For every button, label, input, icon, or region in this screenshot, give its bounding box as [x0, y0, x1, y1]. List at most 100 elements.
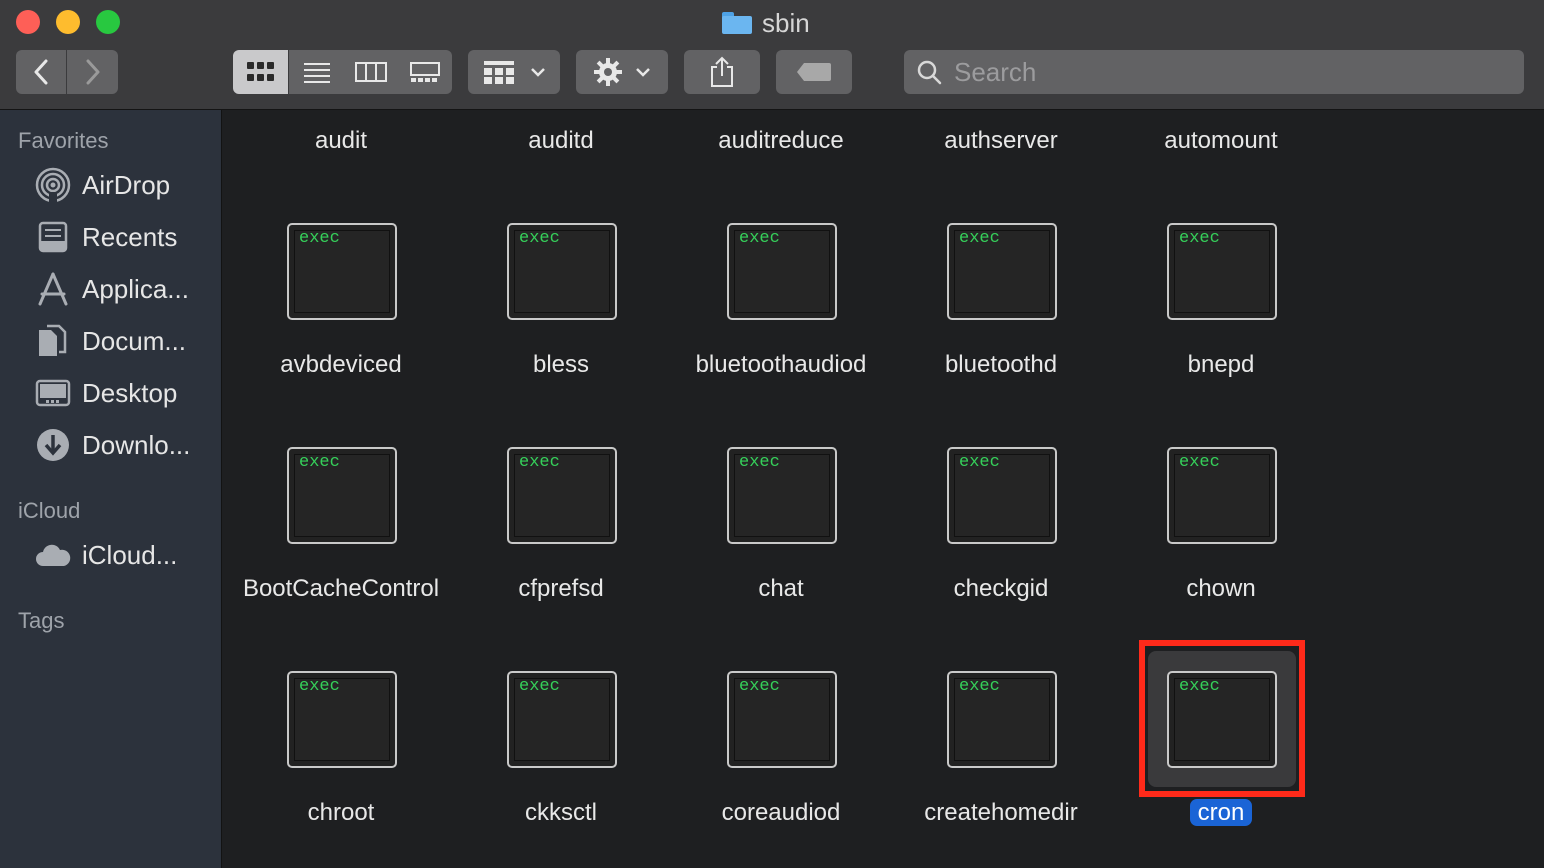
- action-button[interactable]: [576, 50, 668, 94]
- file-grid: audit auditd auditreduce authserver auto…: [223, 110, 1544, 868]
- search-field[interactable]: [904, 50, 1524, 94]
- window-title-text: sbin: [762, 7, 810, 38]
- zoom-window-button[interactable]: [96, 10, 120, 34]
- sidebar-item-documents[interactable]: Docum...: [34, 321, 186, 361]
- exec-label: exec: [519, 677, 560, 696]
- desktop-icon: [34, 374, 72, 412]
- exec-file-icon[interactable]: exec: [507, 447, 617, 544]
- sidebar-item-desktop[interactable]: Desktop: [34, 373, 177, 413]
- exec-file-icon[interactable]: exec: [507, 671, 617, 768]
- gear-icon: [594, 58, 622, 86]
- minimize-window-button[interactable]: [56, 10, 80, 34]
- search-icon: [917, 60, 942, 85]
- sidebar: Favorites AirDrop Recents Applica... Doc…: [0, 110, 222, 868]
- exec-label: exec: [959, 677, 1000, 696]
- exec-label: exec: [739, 677, 780, 696]
- file-name[interactable]: BootCacheControl: [231, 574, 451, 604]
- sidebar-item-recents[interactable]: Recents: [34, 217, 177, 257]
- file-name[interactable]: bluetoothd: [891, 350, 1111, 380]
- column-view-button[interactable]: [343, 50, 398, 94]
- gallery-view-icon: [409, 62, 440, 82]
- sidebar-item-label: Docum...: [82, 325, 187, 356]
- exec-file-icon[interactable]: exec: [727, 223, 837, 320]
- downloads-icon: [34, 426, 72, 464]
- chevron-right-icon: [86, 59, 99, 85]
- file-name[interactable]: createhomedir: [891, 798, 1111, 828]
- file-name[interactable]: bless: [451, 350, 671, 380]
- icloud-icon: [34, 536, 72, 574]
- exec-file-icon[interactable]: exec: [507, 223, 617, 320]
- icon-view-icon: [246, 62, 274, 81]
- exec-file-icon[interactable]: exec: [1167, 223, 1277, 320]
- selected-file-label[interactable]: cron: [1189, 799, 1253, 826]
- list-view-button[interactable]: [289, 50, 344, 94]
- sidebar-item-label: Downlo...: [82, 429, 191, 460]
- file-name[interactable]: automount: [1111, 126, 1331, 156]
- exec-file-icon[interactable]: exec: [727, 671, 837, 768]
- exec-label: exec: [739, 229, 780, 248]
- file-name[interactable]: chat: [671, 574, 891, 604]
- file-name[interactable]: avbdeviced: [231, 350, 451, 380]
- exec-label: exec: [739, 453, 780, 472]
- file-name[interactable]: chown: [1111, 574, 1331, 604]
- exec-label: exec: [959, 229, 1000, 248]
- exec-label: exec: [1179, 453, 1220, 472]
- sidebar-item-label: Desktop: [82, 377, 178, 408]
- airdrop-icon: [34, 166, 72, 204]
- applications-icon: [34, 270, 72, 308]
- file-name[interactable]: bluetoothaudiod: [671, 350, 891, 380]
- file-name[interactable]: coreaudiod: [671, 798, 891, 828]
- back-button[interactable]: [16, 50, 66, 94]
- exec-label: exec: [959, 453, 1000, 472]
- file-name[interactable]: ckksctl: [451, 798, 671, 828]
- file-name[interactable]: checkgid: [891, 574, 1111, 604]
- file-name[interactable]: authserver: [891, 126, 1111, 156]
- sidebar-item-icloud-drive[interactable]: iCloud...: [34, 535, 177, 575]
- sidebar-item-label: Applica...: [82, 273, 189, 304]
- exec-label: exec: [299, 677, 340, 696]
- chevron-down-icon: [531, 68, 545, 77]
- exec-file-icon[interactable]: exec: [727, 447, 837, 544]
- file-name[interactable]: auditd: [451, 126, 671, 156]
- title-bar: sbin: [0, 0, 1544, 110]
- sidebar-section-favorites: Favorites: [18, 128, 109, 153]
- file-name[interactable]: chroot: [231, 798, 451, 828]
- exec-file-icon[interactable]: exec: [287, 223, 397, 320]
- exec-file-icon[interactable]: exec: [287, 671, 397, 768]
- tag-icon: [797, 63, 831, 81]
- file-name[interactable]: bnepd: [1111, 350, 1331, 380]
- file-name-selected[interactable]: cron: [1111, 798, 1331, 828]
- group-icon: [484, 61, 514, 84]
- folder-icon: [722, 12, 752, 34]
- exec-label: exec: [519, 453, 560, 472]
- group-by-button[interactable]: [468, 50, 560, 94]
- tags-button[interactable]: [776, 50, 852, 94]
- window-title: sbin: [722, 8, 810, 38]
- exec-file-icon[interactable]: exec: [287, 447, 397, 544]
- sidebar-item-downloads[interactable]: Downlo...: [34, 425, 190, 465]
- search-input[interactable]: [952, 55, 1496, 89]
- exec-file-icon[interactable]: exec: [947, 447, 1057, 544]
- sidebar-item-label: AirDrop: [82, 169, 171, 200]
- file-name[interactable]: audit: [231, 126, 451, 156]
- share-button[interactable]: [684, 50, 760, 94]
- exec-file-icon[interactable]: exec: [1167, 447, 1277, 544]
- finder-window: sbin Search Favorites AirDrop Recents Ap…: [0, 0, 1544, 868]
- gallery-view-button[interactable]: [397, 50, 452, 94]
- sidebar-section-icloud: iCloud: [18, 498, 81, 523]
- column-view-icon: [354, 62, 387, 82]
- exec-file-icon[interactable]: exec: [947, 671, 1057, 768]
- sidebar-item-airdrop[interactable]: AirDrop: [34, 165, 170, 205]
- list-view-icon: [303, 63, 330, 83]
- file-name[interactable]: cfprefsd: [451, 574, 671, 604]
- exec-label: exec: [519, 229, 560, 248]
- exec-file-icon[interactable]: exec: [947, 223, 1057, 320]
- close-window-button[interactable]: [16, 10, 40, 34]
- exec-label: exec: [299, 229, 340, 248]
- icon-view-button[interactable]: [233, 50, 288, 94]
- forward-button[interactable]: [67, 50, 118, 94]
- chevron-down-icon: [636, 68, 650, 77]
- exec-label: exec: [299, 453, 340, 472]
- sidebar-item-applications[interactable]: Applica...: [34, 269, 189, 309]
- file-name[interactable]: auditreduce: [671, 126, 891, 156]
